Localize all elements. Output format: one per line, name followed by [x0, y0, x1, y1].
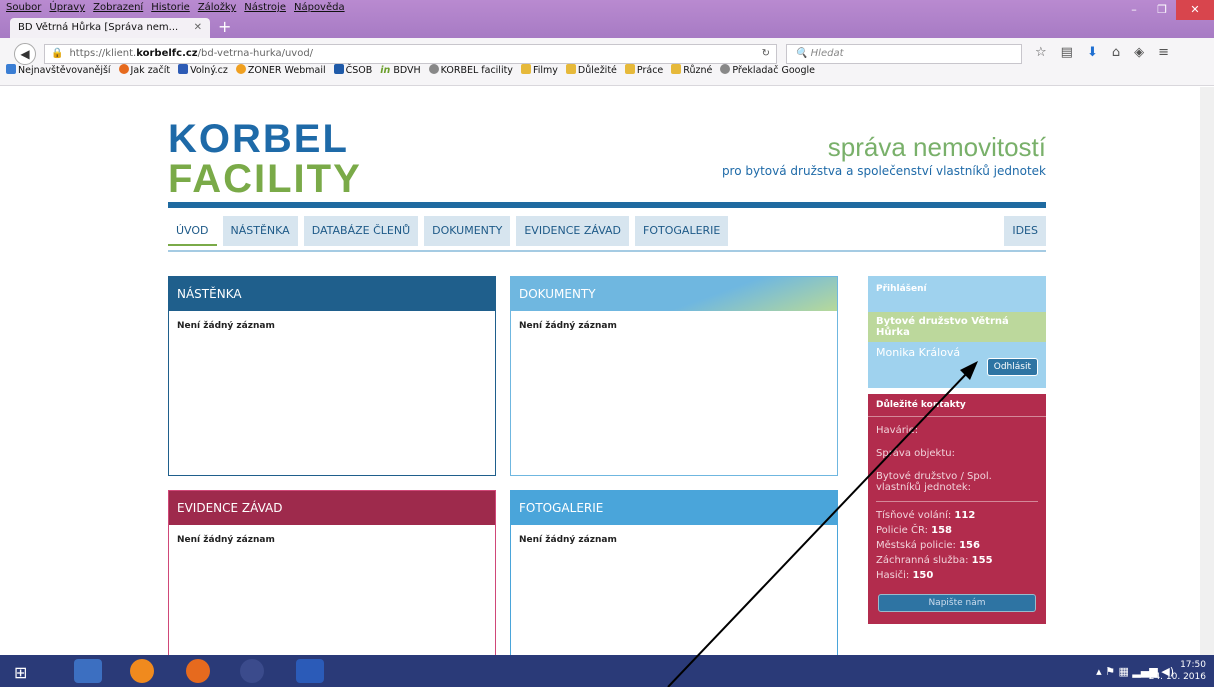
annotation-arrow [667, 361, 978, 687]
